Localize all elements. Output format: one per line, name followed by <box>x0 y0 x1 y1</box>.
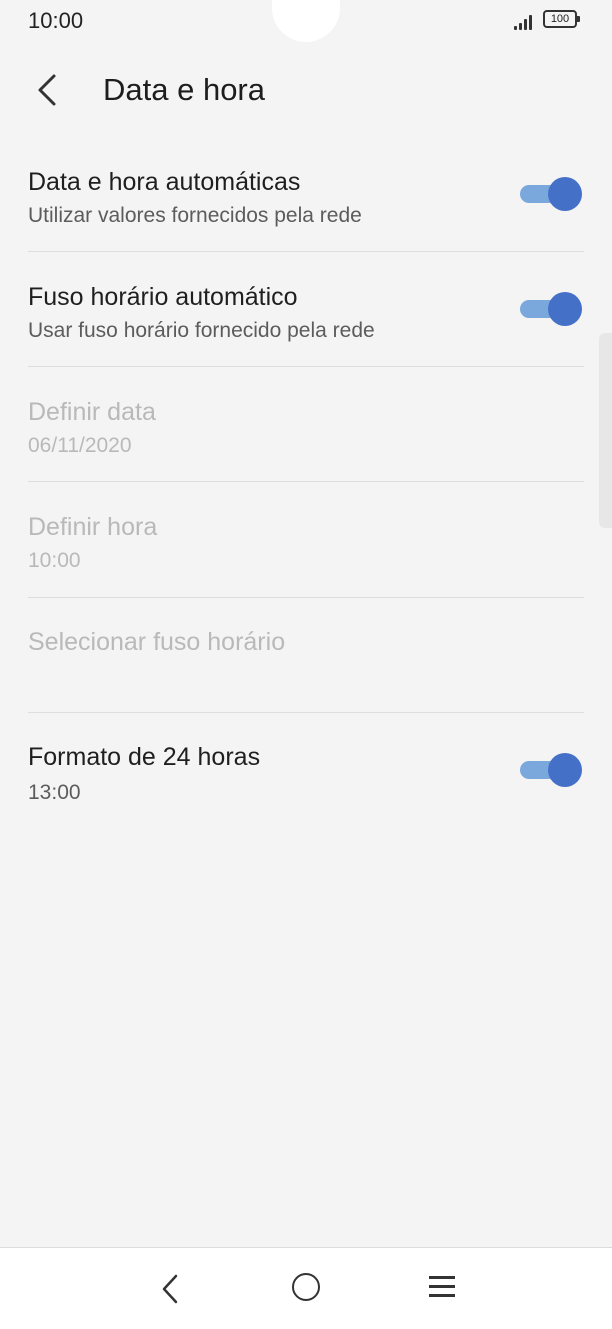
setting-title: Definir data <box>28 398 156 426</box>
divider <box>28 366 584 367</box>
page-title: Data e hora <box>103 72 265 107</box>
setting-title: Selecionar fuso horário <box>28 628 286 656</box>
nav-bar <box>0 1247 612 1329</box>
scrollbar[interactable] <box>599 333 612 528</box>
setting-select-timezone: Selecionar fuso horário <box>0 620 612 712</box>
setting-title: Data e hora automáticas <box>28 168 301 196</box>
setting-24-hour-format[interactable]: Formato de 24 horas 13:00 <box>0 735 612 827</box>
setting-auto-date-time[interactable]: Data e hora automáticas Utilizar valores… <box>0 160 612 252</box>
toggle-thumb <box>548 292 582 326</box>
status-bar: 10:00 100 <box>0 0 612 44</box>
home-icon[interactable] <box>292 1273 320 1301</box>
battery-icon: 100 <box>543 10 580 28</box>
status-time: 10:00 <box>28 8 84 33</box>
toggle-thumb <box>548 177 582 211</box>
setting-subtitle: 06/11/2020 <box>28 434 132 457</box>
setting-set-date: Definir data 06/11/2020 <box>0 390 612 482</box>
back-icon[interactable] <box>156 1272 184 1306</box>
signal-icon <box>514 14 536 30</box>
divider <box>28 597 584 598</box>
setting-subtitle: Usar fuso horário fornecido pela rede <box>28 319 375 342</box>
auto-date-time-toggle[interactable] <box>520 177 582 211</box>
toggle-thumb <box>548 753 582 787</box>
setting-title: Fuso horário automático <box>28 283 298 311</box>
divider <box>28 251 584 252</box>
camera-notch <box>272 0 340 42</box>
setting-subtitle: 13:00 <box>28 781 81 804</box>
24-hour-format-toggle[interactable] <box>520 753 582 787</box>
battery-level: 100 <box>550 13 570 25</box>
setting-title: Definir hora <box>28 513 158 541</box>
auto-timezone-toggle[interactable] <box>520 292 582 326</box>
divider <box>28 481 584 482</box>
setting-subtitle: 10:00 <box>28 549 81 572</box>
menu-icon[interactable] <box>429 1276 455 1298</box>
setting-auto-timezone[interactable]: Fuso horário automático Usar fuso horári… <box>0 275 612 367</box>
divider <box>28 712 584 713</box>
back-arrow-icon[interactable] <box>34 72 66 108</box>
setting-subtitle: Utilizar valores fornecidos pela rede <box>28 204 362 227</box>
setting-title: Formato de 24 horas <box>28 743 261 771</box>
setting-set-time: Definir hora 10:00 <box>0 505 612 597</box>
